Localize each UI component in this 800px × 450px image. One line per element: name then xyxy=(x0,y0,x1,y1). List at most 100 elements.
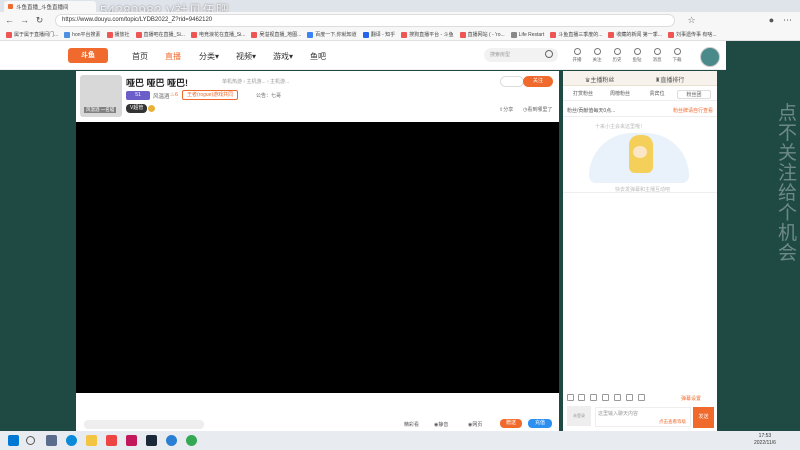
clock-date: 2022/11/6 xyxy=(754,440,776,446)
bookmark-item[interactable]: 属于属于直播间门... xyxy=(6,31,58,38)
nav-category[interactable]: 分类▾ xyxy=(199,51,219,62)
header-start-live[interactable]: 开播 xyxy=(567,48,587,63)
file-explorer-icon[interactable] xyxy=(86,435,97,446)
chat-user-avatar[interactable]: 未登录 xyxy=(567,406,591,426)
bookmark-item[interactable]: 收藏的新闻 第一季... xyxy=(608,31,662,38)
steam-icon[interactable] xyxy=(146,435,157,446)
background-side-text: 点不关注 给个机会 xyxy=(778,103,798,264)
nav-live[interactable]: 直播 xyxy=(165,51,181,62)
danmu-settings-link[interactable]: 弹幕设置 xyxy=(681,395,701,402)
send-button[interactable]: 发送 xyxy=(693,407,714,428)
bookmark-icon xyxy=(608,31,615,38)
user-avatar[interactable] xyxy=(700,47,720,67)
room-avatar[interactable]: 风温酒 一名喵 xyxy=(80,75,122,117)
mute-toggle[interactable]: ◉静音 xyxy=(434,421,448,428)
url-input[interactable]: https://www.douyu.com/topic/LYDB2022_Z?r… xyxy=(55,14,675,27)
bookmark-item[interactable]: 直播网站 ( - 'ro... xyxy=(459,31,505,38)
nav-fishbar[interactable]: 鱼吧 xyxy=(310,51,326,62)
douyu-logo[interactable]: 斗鱼 xyxy=(68,48,108,63)
room-category-breadcrumb[interactable]: 单机热游 › 主机游... › 主机游... xyxy=(222,78,289,85)
app-icon[interactable] xyxy=(106,435,117,446)
chat-level-link[interactable]: 点击查看等级 xyxy=(659,419,686,425)
recharge-button[interactable]: 充值 xyxy=(528,419,552,428)
reload-icon[interactable]: ↻ xyxy=(34,15,45,26)
clock-time: 17:53 xyxy=(758,433,772,439)
header-history[interactable]: 历史 xyxy=(607,48,627,63)
task-view-icon[interactable] xyxy=(46,435,57,446)
app-icon[interactable] xyxy=(126,435,137,446)
gift-icon[interactable] xyxy=(578,394,585,401)
edge-icon[interactable] xyxy=(66,435,77,446)
fan-list-tab[interactable]: ♛主播粉丝 xyxy=(585,75,614,84)
bookmark-icon xyxy=(307,31,314,38)
badge-icon[interactable] xyxy=(614,394,621,401)
medal-icon xyxy=(148,105,155,112)
back-icon[interactable]: ← xyxy=(4,15,15,26)
bookmark-item[interactable]: 播放社 xyxy=(106,31,130,38)
bell-icon[interactable] xyxy=(590,394,597,401)
card-icon[interactable] xyxy=(638,394,645,401)
live-rank-tab[interactable]: ♜直播排行 xyxy=(655,75,684,84)
share-button[interactable]: ⇪分享 xyxy=(499,106,513,113)
browser-tab[interactable]: 斗鱼直播_斗鱼直播间 xyxy=(4,1,96,12)
avatar-caption: 风温酒 一名喵 xyxy=(84,107,117,113)
diamond-icon xyxy=(633,48,641,55)
chat-panel: ♛主播粉丝 ♜直播排行 打赏粉丝 周榜粉丝 贵宾位 粉丝团 粉丝/贡献值每天0点… xyxy=(563,71,717,431)
sort-toggle[interactable]: 精彩看 xyxy=(404,421,419,428)
nav-games[interactable]: 游戏▾ xyxy=(273,51,293,62)
chevron-down-icon: ▾ xyxy=(252,52,257,61)
chevron-down-icon: ▾ xyxy=(289,52,294,61)
nav-home[interactable]: 首页 xyxy=(132,51,148,62)
chrome-icon[interactable] xyxy=(186,435,197,446)
forward-icon[interactable]: → xyxy=(19,15,30,26)
bookmark-item[interactable]: hon平台搜素 xyxy=(64,31,101,38)
bookmark-item[interactable]: 刘事遗传事 有啥... xyxy=(667,31,717,38)
room-tag[interactable]: 王者(rogue)游戏共同 xyxy=(182,90,239,100)
follow-button[interactable]: 关注 xyxy=(523,76,553,87)
clock-icon xyxy=(613,48,621,55)
fan-rule-link[interactable]: 粉丝牌请自行查看 xyxy=(673,107,713,114)
windows-start-icon[interactable] xyxy=(8,435,19,446)
bookmark-item[interactable]: 直播吧在直播_Si... xyxy=(135,31,185,38)
web-fullscreen-toggle[interactable]: ◉网页 xyxy=(468,421,482,428)
bookmark-icon xyxy=(190,31,197,38)
header-diamond[interactable]: 鱼钻 xyxy=(627,48,647,63)
bookmark-item[interactable]: 吴溢视直播_地图... xyxy=(251,31,301,38)
tab-fan-club[interactable]: 粉丝团 xyxy=(677,90,711,99)
watch-history-button[interactable]: ◷看到哪里了 xyxy=(523,106,552,113)
bookmark-item[interactable]: 斗鱼直播三季度的... xyxy=(550,31,602,38)
bookmark-icon xyxy=(64,31,71,38)
bookmark-item[interactable]: Life Restart xyxy=(510,31,544,38)
medal-icon[interactable] xyxy=(602,394,609,401)
tab-vip-seats[interactable]: 贵宾位 xyxy=(640,90,674,99)
nav-video[interactable]: 视频▾ xyxy=(236,51,256,62)
header-download[interactable]: 下载 xyxy=(667,48,687,63)
taskbar-clock[interactable]: 17:53 2022/11/6 xyxy=(754,433,776,447)
app-icon[interactable] xyxy=(166,435,177,446)
search-icon[interactable] xyxy=(545,50,553,58)
room-notice: 公告：七哥 xyxy=(256,93,282,99)
profile-icon[interactable]: ● xyxy=(766,15,777,26)
report-button[interactable] xyxy=(500,76,524,87)
bookmark-icon xyxy=(106,31,113,38)
menu-icon[interactable]: ⋯ xyxy=(782,15,793,26)
header-follow[interactable]: 关注 xyxy=(587,48,607,63)
header-messages[interactable]: 消息 xyxy=(647,48,667,63)
bookmark-item[interactable]: 百度一下,你就知道 xyxy=(307,31,357,38)
emoji-icon[interactable] xyxy=(567,394,574,401)
extension-icon[interactable]: ☆ xyxy=(686,15,697,26)
chat-hint: 十来小主会来这里哦！ xyxy=(595,124,646,130)
video-player[interactable] xyxy=(76,122,559,393)
tab-weekly-fans[interactable]: 周榜粉丝 xyxy=(603,90,637,99)
anchor-name[interactable]: 风温酒 xyxy=(153,92,170,100)
bookmark-item[interactable]: 搜狗直播平台 - 斗鱼 xyxy=(401,31,454,38)
search-icon[interactable] xyxy=(26,436,35,445)
send-gift-button[interactable]: 赠送 xyxy=(500,419,522,428)
bookmarks-bar: 属于属于直播间门... hon平台搜素 播放社 直播吧在直播_Si... 电竞浪… xyxy=(0,29,800,41)
fan-rule-text: 粉丝/贡献值每天0点... xyxy=(567,108,616,114)
tab-reward-fans[interactable]: 打赏粉丝 xyxy=(566,90,600,99)
box-icon[interactable] xyxy=(626,394,633,401)
bookmark-item[interactable]: 电竞浪花在直播_Si... xyxy=(190,31,245,38)
bookmark-item[interactable]: 翻译 - 知乎 xyxy=(362,31,395,38)
chat-sub-tabs: 打赏粉丝 周榜粉丝 贵宾位 粉丝团 xyxy=(563,88,717,101)
